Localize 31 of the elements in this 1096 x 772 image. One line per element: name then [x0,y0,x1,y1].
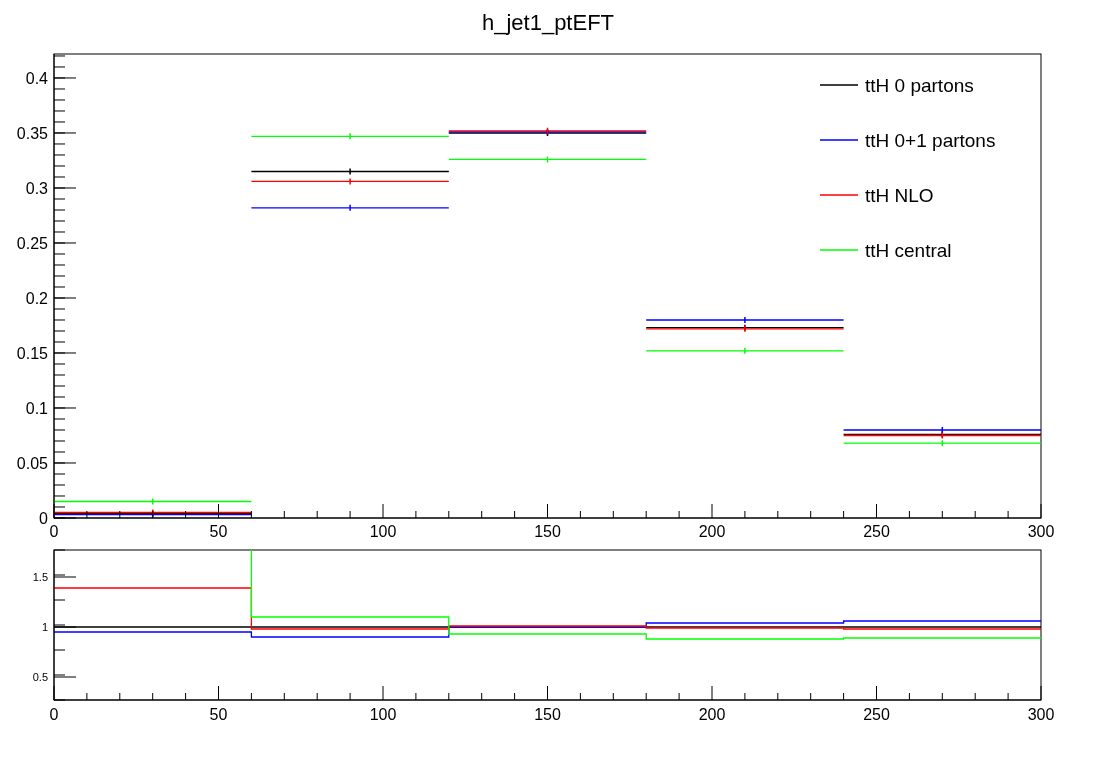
tick-label: 0.3 [25,180,48,197]
tick-label: 0.35 [16,125,48,142]
legend-label: ttH 0 partons [865,75,974,96]
legend-label: ttH central [865,240,952,261]
tick-label: 50 [209,706,228,723]
tick-label: 300 [1027,523,1055,540]
tick-label: 150 [534,523,561,540]
tick-label: 0 [49,523,59,540]
legend-label: ttH 0+1 partons [865,130,996,151]
legend-label: ttH NLO [865,185,934,206]
tick-label: 0.1 [25,400,48,417]
tick-label: 1 [41,621,48,633]
tick-label: 0.5 [32,671,48,683]
tick-label: 250 [863,523,890,540]
tick-label: 100 [369,706,397,723]
tick-label: 0 [39,510,48,527]
tick-label: 0.05 [16,455,48,472]
tick-label: 250 [863,706,890,723]
tick-label: 0.2 [25,290,48,307]
tick-label: 300 [1027,706,1055,723]
tick-label: 100 [369,523,397,540]
tick-label: 1.5 [32,571,48,583]
tick-label: 0 [49,706,59,723]
tick-label: 0.25 [16,235,48,252]
tick-label: 50 [209,523,228,540]
tick-label: 0.4 [25,70,48,87]
tick-label: 200 [698,706,726,723]
chart-title: h_jet1_ptEFT [480,9,616,37]
tick-label: 150 [534,706,561,723]
tick-label: 0.15 [16,345,48,362]
tick-label: 200 [698,523,726,540]
